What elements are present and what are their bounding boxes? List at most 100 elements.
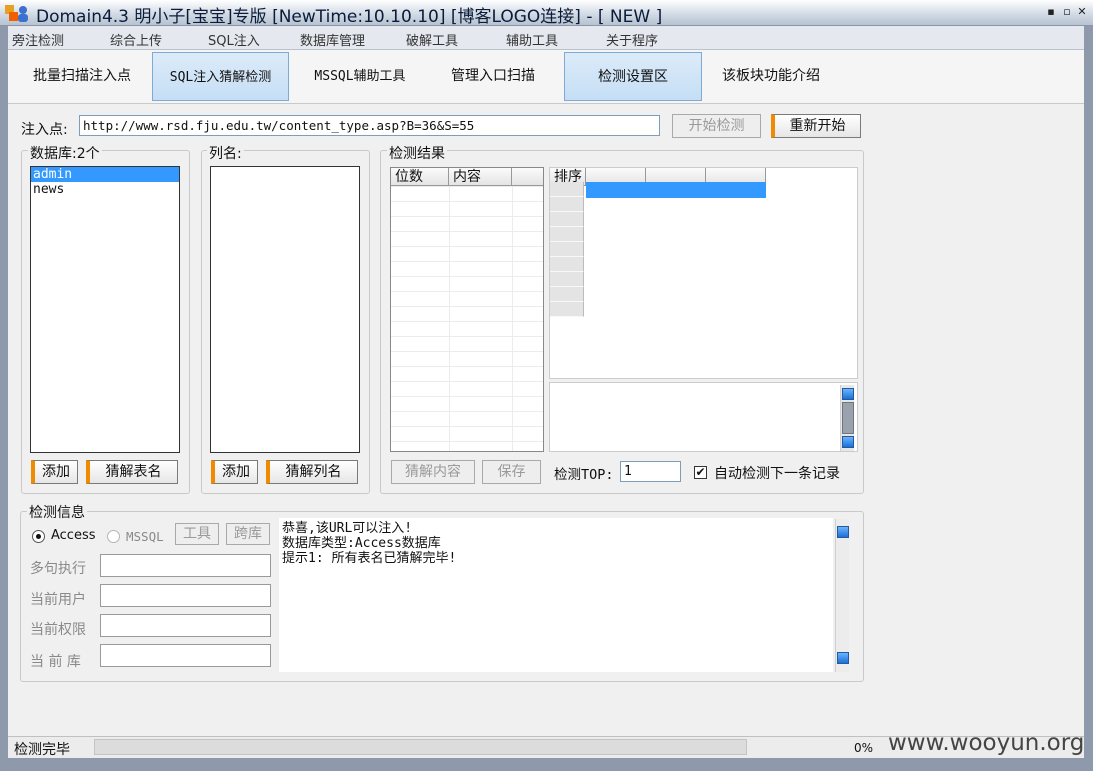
- grid-header-blank: [512, 168, 543, 186]
- tab-sql-inject[interactable]: SQL注入: [208, 30, 260, 49]
- grid-row-header[interactable]: [550, 212, 584, 227]
- mssql-label: MSSQL: [126, 529, 164, 544]
- injection-label: 注入点:: [21, 122, 68, 138]
- tab-about[interactable]: 关于程序: [606, 30, 658, 49]
- grid-header-content[interactable]: 内容: [449, 168, 512, 186]
- sql-guess-button[interactable]: SQL注入猜解检测: [152, 52, 289, 101]
- minimize-button[interactable]: ▪: [1045, 6, 1057, 18]
- guess-content-button[interactable]: 猜解内容: [391, 460, 475, 484]
- add-table-button[interactable]: 添加: [31, 460, 78, 484]
- grid-col-line: [512, 186, 513, 451]
- settings-button[interactable]: 检测设置区: [564, 52, 702, 101]
- selected-cell[interactable]: [586, 182, 766, 198]
- tab-side-inject[interactable]: 旁注检测: [12, 30, 64, 49]
- auto-detect-checkbox[interactable]: ✔: [694, 466, 707, 479]
- watermark-text: www.wooyun.org: [888, 730, 1085, 756]
- grid-row-line: [391, 291, 543, 292]
- grid-row-line: [391, 366, 543, 367]
- log-line: 恭喜,该URL可以注入!: [282, 521, 413, 536]
- add-column-button[interactable]: 添加: [211, 460, 258, 484]
- multi-exec-field[interactable]: [100, 554, 271, 577]
- close-button[interactable]: ✕: [1076, 6, 1088, 18]
- app-window: Domain4.3 明小子[宝宝]专版 [NewTime:10.10.10] […: [0, 0, 1093, 771]
- mssql-radio[interactable]: [107, 530, 120, 543]
- grid-row-line: [391, 231, 543, 232]
- current-db-label: 当 前 库: [30, 654, 81, 670]
- scroll-up-icon[interactable]: [842, 388, 854, 400]
- mssql-tools-button[interactable]: MSSQL辅助工具: [299, 52, 421, 101]
- grid-col-line: [449, 186, 450, 451]
- grid-row-header[interactable]: [550, 227, 584, 242]
- tools-button[interactable]: 工具: [175, 523, 219, 545]
- tab-db-manage[interactable]: 数据库管理: [300, 30, 365, 49]
- tab-aux-tools[interactable]: 辅助工具: [506, 30, 558, 49]
- column-list[interactable]: [210, 166, 360, 453]
- grid-row-header[interactable]: [550, 182, 584, 197]
- window-frame-right: [1084, 26, 1093, 771]
- column-label: 列名:: [207, 143, 244, 163]
- help-button[interactable]: 该板块功能介绍: [708, 52, 834, 101]
- grid-row-line: [391, 411, 543, 412]
- current-user-field[interactable]: [100, 584, 271, 607]
- admin-scan-button[interactable]: 管理入口扫描: [433, 52, 553, 101]
- grid-row-line: [391, 351, 543, 352]
- window-frame-bottom: [0, 758, 1093, 771]
- window-title: Domain4.3 明小子[宝宝]专版 [NewTime:10.10.10] […: [36, 7, 663, 27]
- scroll-down-icon[interactable]: [837, 652, 849, 664]
- log-line: 数据库类型:Access数据库: [282, 536, 441, 551]
- grid-row-header[interactable]: [550, 257, 584, 272]
- grid-row-line: [391, 321, 543, 322]
- injection-url-input[interactable]: http://www.rsd.fju.edu.tw/content_type.a…: [79, 115, 660, 136]
- database-count-label: 数据库:2个: [28, 143, 102, 163]
- sort-grid[interactable]: 排序: [549, 167, 858, 379]
- info-label: 检测信息: [27, 502, 87, 522]
- current-user-label: 当前用户: [30, 592, 86, 608]
- grid-row-header[interactable]: [550, 197, 584, 212]
- current-privilege-label: 当前权限: [30, 622, 86, 638]
- save-button[interactable]: 保存: [482, 460, 541, 484]
- start-detect-button[interactable]: 开始检测: [672, 114, 761, 138]
- tab-upload[interactable]: 综合上传: [110, 30, 162, 49]
- access-label: Access: [51, 528, 96, 543]
- digit-content-grid[interactable]: 位数 内容: [390, 167, 544, 452]
- grid-row-header[interactable]: [550, 302, 584, 317]
- detect-log[interactable]: 恭喜,该URL可以注入! 数据库类型:Access数据库 提示1: 所有表名已猜…: [279, 518, 833, 672]
- grid-header-digits[interactable]: 位数: [391, 168, 449, 186]
- progress-percent: 0%: [854, 741, 874, 755]
- grid-row-line: [391, 246, 543, 247]
- grid-row-line: [391, 336, 543, 337]
- grid-row-line: [391, 186, 543, 187]
- current-privilege-field[interactable]: [100, 614, 271, 637]
- result-text-area[interactable]: [549, 382, 858, 452]
- tab-crack-tools[interactable]: 破解工具: [406, 30, 458, 49]
- scroll-down-icon[interactable]: [842, 436, 854, 448]
- result-scrollbar[interactable]: [840, 385, 854, 451]
- guess-columns-button[interactable]: 猜解列名: [266, 460, 358, 484]
- cross-db-button[interactable]: 跨库: [226, 523, 270, 545]
- grid-row-line: [391, 381, 543, 382]
- list-item[interactable]: news: [31, 182, 179, 197]
- sql-toolbar: 批量扫描注入点 SQL注入猜解检测 MSSQL辅助工具 管理入口扫描 检测设置区…: [8, 50, 1084, 104]
- grid-row-header[interactable]: [550, 272, 584, 287]
- scroll-up-icon[interactable]: [837, 526, 849, 538]
- grid-row-line: [391, 441, 543, 442]
- list-item[interactable]: admin: [31, 167, 179, 182]
- grid-row-line: [391, 201, 543, 202]
- grid-row-line: [391, 216, 543, 217]
- batch-scan-button[interactable]: 批量扫描注入点: [20, 52, 144, 101]
- restart-button[interactable]: 重新开始: [771, 114, 861, 138]
- title-bar[interactable]: Domain4.3 明小子[宝宝]专版 [NewTime:10.10.10] […: [0, 0, 1093, 27]
- grid-row-header[interactable]: [550, 242, 584, 257]
- table-list[interactable]: admin news: [30, 166, 180, 453]
- main-tab-strip: 旁注检测 综合上传 SQL注入 数据库管理 破解工具 辅助工具 关于程序: [8, 26, 1084, 50]
- guess-tables-button[interactable]: 猜解表名: [86, 460, 178, 484]
- grid-row-header[interactable]: [550, 287, 584, 302]
- log-line: 提示1: 所有表名已猜解完毕!: [282, 551, 457, 566]
- access-radio[interactable]: [32, 530, 45, 543]
- log-scrollbar[interactable]: [835, 519, 849, 672]
- current-db-field[interactable]: [100, 644, 271, 667]
- scroll-thumb[interactable]: [842, 402, 854, 434]
- grid-row-line: [391, 426, 543, 427]
- maximize-button[interactable]: ▫: [1061, 6, 1073, 18]
- top-input[interactable]: 1: [620, 461, 681, 482]
